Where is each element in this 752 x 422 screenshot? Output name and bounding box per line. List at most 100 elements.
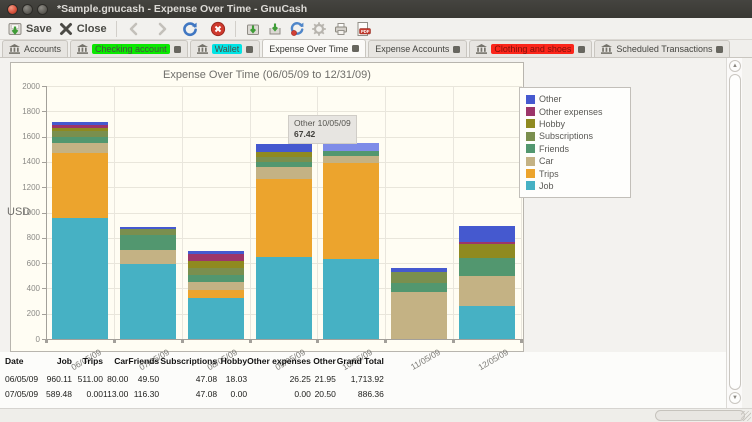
bar-segment-friends[interactable] <box>459 258 515 276</box>
export-pdf-button[interactable]: PDF <box>352 19 374 39</box>
bar-segment-job[interactable] <box>188 298 244 339</box>
bar-segment-job[interactable] <box>323 259 379 339</box>
export-icon <box>267 21 283 37</box>
tab-expense-accounts[interactable]: Expense Accounts <box>368 40 467 57</box>
bar-segment-car[interactable] <box>391 292 447 339</box>
bar-segment-hobby[interactable] <box>256 152 312 157</box>
reload-button[interactable] <box>179 19 201 39</box>
forward-button[interactable] <box>151 19 173 39</box>
bar-segment-car[interactable] <box>188 282 244 290</box>
bar-segment-friends[interactable] <box>120 235 176 250</box>
y-tick-label: 2000 <box>10 82 40 91</box>
bar-segment-other[interactable] <box>188 251 244 254</box>
bar-segment-other-expenses[interactable] <box>459 242 515 245</box>
stop-button[interactable] <box>207 19 229 39</box>
bar-segment-other-expenses[interactable] <box>188 254 244 262</box>
close-button[interactable]: Close <box>55 19 110 39</box>
bar-segment-trips[interactable] <box>52 153 108 218</box>
table-cell: 47.08 <box>159 371 217 386</box>
scroll-down-icon[interactable]: ▼ <box>729 392 741 404</box>
bar-segment-friends[interactable] <box>391 283 447 292</box>
bar-segment-subscriptions[interactable] <box>52 131 108 137</box>
print-button[interactable] <box>330 19 352 39</box>
scrollbar-thumb[interactable] <box>729 74 741 390</box>
export-button[interactable] <box>264 19 286 39</box>
legend-item: Other <box>526 93 624 105</box>
bar-segment-job[interactable] <box>120 264 176 339</box>
bar-segment-job[interactable] <box>256 257 312 339</box>
tab-scheduled-transactions[interactable]: Scheduled Transactions <box>594 40 730 57</box>
bar-segment-other-expenses[interactable] <box>52 125 108 128</box>
save-report-button[interactable] <box>242 19 264 39</box>
table-header: Date <box>5 356 45 371</box>
close-icon <box>58 21 74 37</box>
bar-segment-trips[interactable] <box>188 290 244 298</box>
legend-item: Trips <box>526 167 624 179</box>
bar-segment-trips[interactable] <box>323 163 379 259</box>
bar-segment-car[interactable] <box>256 167 312 179</box>
reload-icon <box>182 21 198 37</box>
tab-bar: AccountsChecking account Wallet Expense Ov… <box>0 40 752 58</box>
scroll-up-icon[interactable]: ▲ <box>729 60 741 72</box>
table-cell: 18.03 <box>217 371 247 386</box>
tab-close-icon[interactable] <box>352 45 359 52</box>
tab-wallet[interactable]: Wallet <box>190 40 261 57</box>
tab-accounts[interactable]: Accounts <box>2 40 68 57</box>
bar-segment-friends[interactable] <box>188 275 244 282</box>
gridline-v <box>114 86 115 339</box>
minimize-icon[interactable] <box>22 4 33 15</box>
options-button[interactable] <box>308 19 330 39</box>
refresh-options-button[interactable] <box>286 19 308 39</box>
tab-close-icon[interactable] <box>246 46 253 53</box>
bar-segment-other[interactable] <box>120 227 176 230</box>
resize-grip[interactable] <box>741 411 751 421</box>
tooltip-label: Other 10/05/09 <box>294 118 351 129</box>
bar-segment-trips[interactable] <box>256 179 312 257</box>
bar-segment-subscriptions[interactable] <box>188 268 244 275</box>
bar-segment-other[interactable] <box>459 226 515 241</box>
maximize-icon[interactable] <box>37 4 48 15</box>
bar-segment-other[interactable] <box>391 268 447 272</box>
back-icon <box>126 21 142 37</box>
bar-segment-friends[interactable] <box>323 151 379 156</box>
tab-close-icon[interactable] <box>716 46 723 53</box>
gridline-v <box>385 86 386 339</box>
legend-label: Other expenses <box>539 107 603 117</box>
bar-segment-car[interactable] <box>120 250 176 264</box>
svg-text:PDF: PDF <box>361 28 370 33</box>
tab-label: Wallet <box>212 44 243 54</box>
tab-close-icon[interactable] <box>578 46 585 53</box>
vertical-scrollbar[interactable]: ▲ ▼ <box>726 58 742 408</box>
toolbar: Save Close <box>0 18 752 40</box>
bar-segment-hobby[interactable] <box>188 261 244 268</box>
bar-segment-car[interactable] <box>323 156 379 162</box>
bar-segment-subscriptions[interactable] <box>120 229 176 235</box>
tab-checking-account[interactable]: Checking account <box>70 40 188 57</box>
back-button[interactable] <box>123 19 145 39</box>
y-axis-line <box>46 86 47 340</box>
bar-segment-job[interactable] <box>52 218 108 339</box>
tab-expense-over-time[interactable]: Expense Over Time <box>262 39 366 57</box>
bar-segment-other[interactable] <box>256 144 312 152</box>
y-tick-label: 1200 <box>10 183 40 192</box>
bar-segment-car[interactable] <box>459 276 515 306</box>
bar-segment-hobby[interactable] <box>459 244 515 258</box>
table-cell: 960.11 <box>45 371 72 386</box>
bar-segment-subscriptions[interactable] <box>256 157 312 162</box>
bar-segment-job[interactable] <box>459 306 515 339</box>
bar-segment-hobby[interactable] <box>52 128 108 130</box>
bar-segment-car[interactable] <box>52 143 108 153</box>
close-icon[interactable] <box>7 4 18 15</box>
table-cell: 0.00 <box>72 386 103 401</box>
tab-clothing-and-shoes[interactable]: Clothing and shoes <box>469 40 592 57</box>
table-header: Hobby <box>217 356 247 371</box>
bar-segment-other[interactable] <box>52 122 108 125</box>
table-row: 07/05/09589.480.00113.00116.3047.080.000… <box>5 386 384 401</box>
tab-close-icon[interactable] <box>174 46 181 53</box>
bar-segment-friends[interactable] <box>256 162 312 167</box>
bar-segment-friends[interactable] <box>52 137 108 143</box>
save-button[interactable]: Save <box>4 19 55 39</box>
tab-close-icon[interactable] <box>453 46 460 53</box>
tab-label: Expense Accounts <box>375 44 449 54</box>
bar-segment-subscriptions[interactable] <box>391 272 447 283</box>
